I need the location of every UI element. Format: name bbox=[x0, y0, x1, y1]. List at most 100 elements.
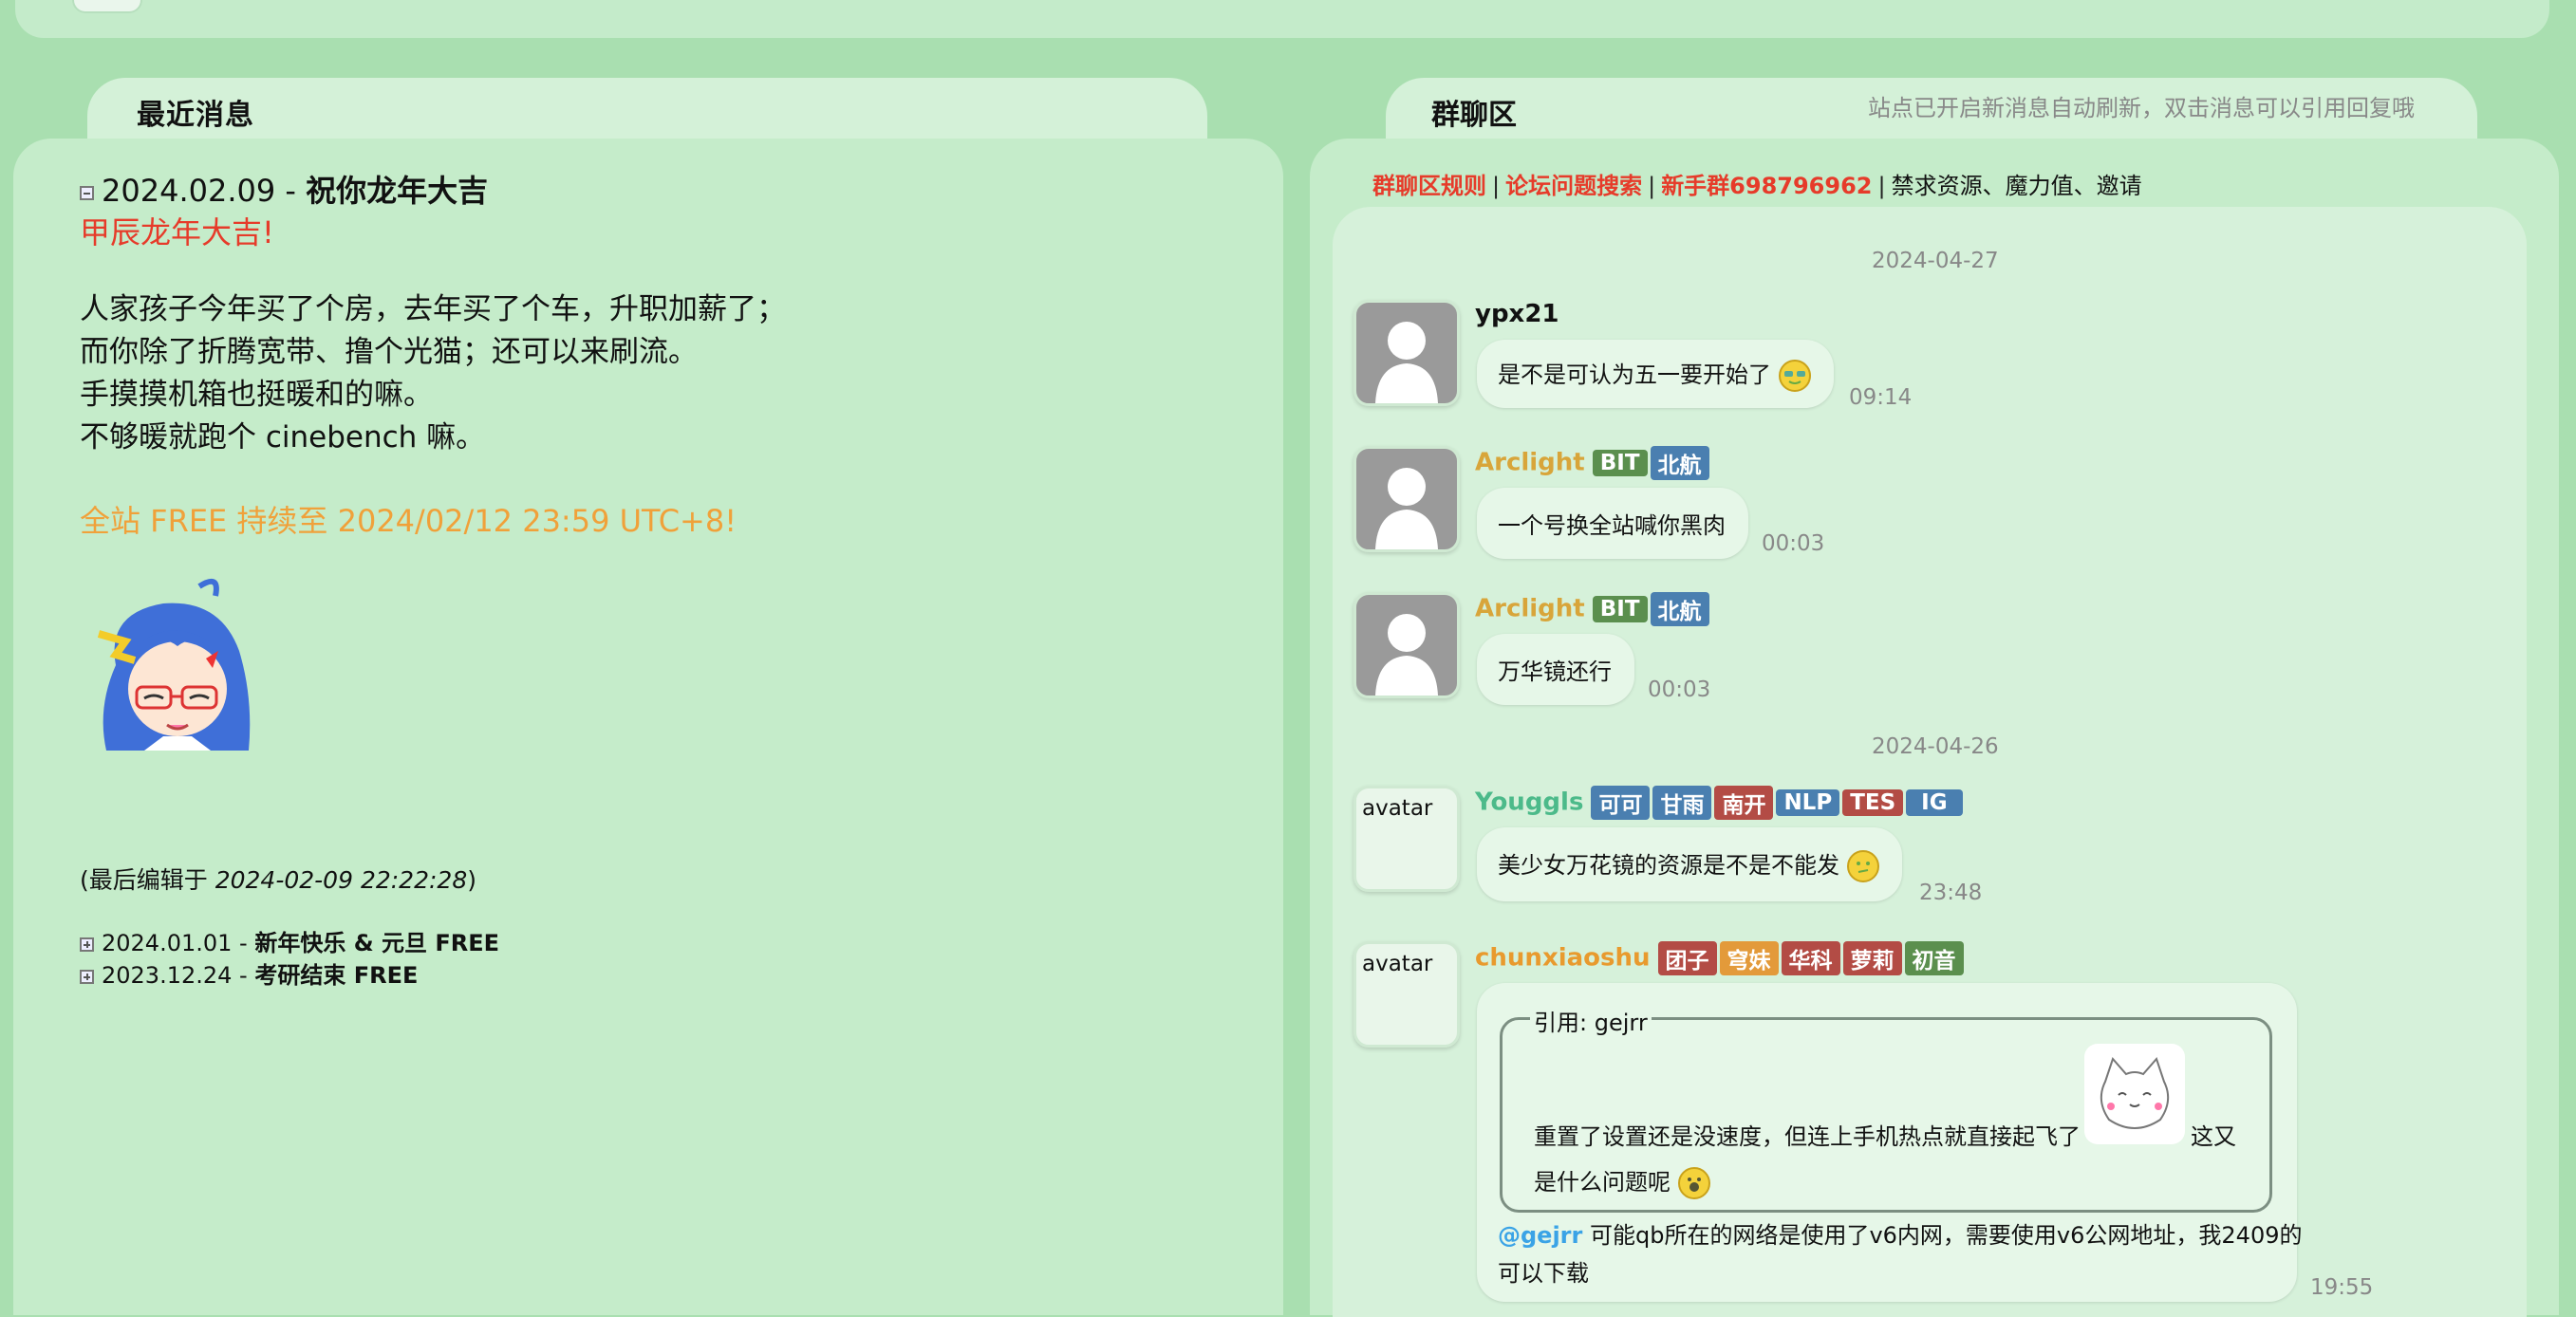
quote-text: 是什么问题呢 bbox=[1534, 1169, 1671, 1196]
user-badge: 甘雨 bbox=[1652, 786, 1712, 820]
chat-time: 00:03 bbox=[1762, 531, 1825, 556]
recent-news-title: 最近消息 bbox=[137, 99, 254, 132]
older-date: 2024.01.01 bbox=[102, 930, 233, 956]
default-avatar-icon bbox=[1375, 468, 1438, 549]
chat-text: 是不是可认为五一要开始了 bbox=[1498, 362, 1771, 388]
collapse-icon[interactable] bbox=[80, 185, 94, 200]
user-badge: 北航 bbox=[1650, 446, 1709, 480]
news-edited-info: (最后编辑于 2024-02-09 22:22:28) bbox=[80, 862, 476, 896]
user-badge: 北航 bbox=[1650, 592, 1709, 626]
news-body-line: 而你除了折腾宽带、撸个光猫；还可以来刷流。 bbox=[80, 335, 698, 369]
chat-refresh-note: 站点已开启新消息自动刷新，双击消息可以引用回复哦 bbox=[1868, 95, 2415, 121]
news-date: 2024.02.09 bbox=[102, 173, 276, 209]
user-badge: 南开 bbox=[1714, 786, 1774, 820]
news-red-line: 甲辰龙年大吉! bbox=[80, 214, 274, 250]
username-text: chunxiaoshu bbox=[1475, 943, 1651, 973]
link-forum-search[interactable]: 论坛问题搜索 bbox=[1505, 173, 1642, 199]
chat-username[interactable]: Arclight BIT 北航 bbox=[1475, 446, 1709, 480]
user-badge: TES bbox=[1842, 789, 1904, 816]
chat-username[interactable]: Arclight BIT 北航 bbox=[1475, 592, 1709, 626]
news-free-notice: 全站 FREE 持续至 2024/02/12 23:59 UTC+8! bbox=[80, 503, 737, 539]
news-current-header[interactable]: 2024.02.09 - 祝你龙年大吉 bbox=[80, 167, 488, 211]
quote-text-line: 这又 bbox=[2191, 1123, 2236, 1150]
top-bar bbox=[15, 0, 2549, 38]
chat-links-bar: 群聊区规则 | 论坛问题搜索 | 新手群698796962 | 禁求资源、魔力值、邀请 bbox=[1372, 167, 2142, 200]
separator: | bbox=[1492, 173, 1501, 199]
expand-icon[interactable] bbox=[80, 937, 94, 952]
user-badge: 华科 bbox=[1781, 941, 1840, 975]
reply-text-line: @gejrr 可能qb所在的网络是使用了v6内网，需要使用v6公网地址，我240… bbox=[1498, 1216, 2302, 1250]
edited-time: 2024-02-09 22:22:28 bbox=[215, 866, 468, 894]
chat-time: 09:14 bbox=[1849, 385, 1913, 410]
chat-bubble[interactable]: 一个号换全站喊你黑肉 bbox=[1477, 488, 1748, 559]
chat-text: 一个号换全站喊你黑肉 bbox=[1498, 512, 1726, 539]
news-body-line: 手摸摸机箱也挺暖和的嘛。 bbox=[80, 378, 433, 412]
news-older-item[interactable]: 2023.12.24 - 考研结束 FREE bbox=[80, 956, 418, 990]
cat-sticker-image bbox=[2084, 1044, 2185, 1144]
username-text: Arclight bbox=[1475, 594, 1585, 623]
news-dash: - bbox=[275, 173, 307, 209]
cool-face-emoji-icon bbox=[1779, 360, 1811, 392]
avatar-alt-text: avatar bbox=[1362, 796, 1433, 821]
expand-icon[interactable] bbox=[80, 969, 94, 984]
avatar[interactable]: avatar bbox=[1353, 941, 1460, 1048]
user-badge: 初音 bbox=[1904, 941, 1964, 975]
avatar[interactable] bbox=[1353, 300, 1460, 406]
username-text: Arclight bbox=[1475, 448, 1585, 477]
chat-username[interactable]: chunxiaoshu 团子 穹妹 华科 萝莉 初音 bbox=[1475, 941, 1964, 975]
user-badge: 可可 bbox=[1591, 786, 1651, 820]
edited-prefix: (最后编辑于 bbox=[80, 866, 215, 894]
chat-bubble[interactable]: 是不是可认为五一要开始了 bbox=[1477, 340, 1834, 408]
chat-time: 19:55 bbox=[2310, 1275, 2374, 1300]
user-badge: BIT bbox=[1592, 450, 1648, 476]
chat-text: 万华镜还行 bbox=[1498, 658, 1612, 685]
reply-text-line: 可以下载 bbox=[1498, 1260, 1589, 1287]
chat-username[interactable]: ypx21 bbox=[1475, 300, 1559, 328]
avatar[interactable] bbox=[1353, 446, 1460, 552]
user-badge: NLP bbox=[1776, 789, 1840, 816]
user-badge: 穹妹 bbox=[1719, 941, 1779, 975]
chat-time: 23:48 bbox=[1919, 881, 1983, 905]
avatar[interactable]: avatar bbox=[1353, 786, 1460, 892]
mention-link[interactable]: @gejrr bbox=[1498, 1222, 1582, 1249]
quote-label: 引用: gejrr bbox=[1530, 1004, 1652, 1037]
user-badge: 团子 bbox=[1657, 941, 1717, 975]
user-badge: IG bbox=[1906, 789, 1963, 816]
chat-rules-tail: 禁求资源、魔力值、邀请 bbox=[1891, 173, 2142, 199]
shocked-face-emoji-icon bbox=[1678, 1167, 1710, 1199]
chat-time: 00:03 bbox=[1648, 677, 1711, 702]
recent-news-tab bbox=[87, 78, 1207, 140]
separator: | bbox=[1648, 173, 1656, 199]
top-tab-nub bbox=[72, 0, 142, 13]
avatar-alt-text: avatar bbox=[1362, 952, 1433, 976]
older-date: 2023.12.24 bbox=[102, 962, 233, 989]
link-chat-rules[interactable]: 群聊区规则 bbox=[1372, 173, 1486, 199]
confused-face-emoji-icon bbox=[1847, 850, 1879, 882]
user-badge: BIT bbox=[1592, 596, 1648, 622]
default-avatar-icon bbox=[1375, 322, 1438, 403]
news-headline: 祝你龙年大吉 bbox=[306, 173, 489, 209]
chat-text: 美少女万花镜的资源是不是不能发 bbox=[1498, 852, 1839, 879]
username-text: Youggls bbox=[1475, 788, 1584, 817]
user-badge: 萝莉 bbox=[1842, 941, 1902, 975]
default-avatar-icon bbox=[1375, 614, 1438, 696]
chat-date-divider: 2024-04-27 bbox=[1872, 249, 1999, 273]
chat-username[interactable]: Youggls 可可 甘雨 南开 NLP TES IG bbox=[1475, 786, 1963, 820]
chat-bubble[interactable]: 万华镜还行 bbox=[1477, 634, 1634, 705]
separator: | bbox=[1877, 173, 1886, 199]
chat-title: 群聊区 bbox=[1431, 99, 1517, 132]
older-title: 考研结束 FREE bbox=[254, 962, 419, 989]
quote-text-line: 重置了设置还是没速度，但连上手机热点就直接起飞了 bbox=[1534, 1123, 2081, 1150]
news-body: 人家孩子今年买了个房，去年买了个车，升职加薪了； 而你除了折腾宽带、撸个光猫；还… bbox=[80, 288, 786, 459]
avatar[interactable] bbox=[1353, 592, 1460, 698]
reply-text: 可能qb所在的网络是使用了v6内网，需要使用v6公网地址，我2409的 bbox=[1582, 1222, 2303, 1249]
link-newbie-group[interactable]: 新手群698796962 bbox=[1661, 173, 1872, 199]
news-body-line: 不够暖就跑个 cinebench 嘛。 bbox=[80, 420, 486, 454]
quote-text-line: 是什么问题呢 bbox=[1534, 1163, 1710, 1199]
news-older-item[interactable]: 2024.01.01 - 新年快乐 & 元旦 FREE bbox=[80, 924, 499, 957]
news-body-line: 人家孩子今年买了个房，去年买了个车，升职加薪了； bbox=[80, 292, 786, 326]
anime-mascot-image bbox=[97, 578, 251, 751]
chat-date-divider: 2024-04-26 bbox=[1872, 734, 1999, 759]
older-title: 新年快乐 & 元旦 FREE bbox=[254, 930, 500, 956]
chat-bubble[interactable]: 美少女万花镜的资源是不是不能发 bbox=[1477, 827, 1902, 901]
